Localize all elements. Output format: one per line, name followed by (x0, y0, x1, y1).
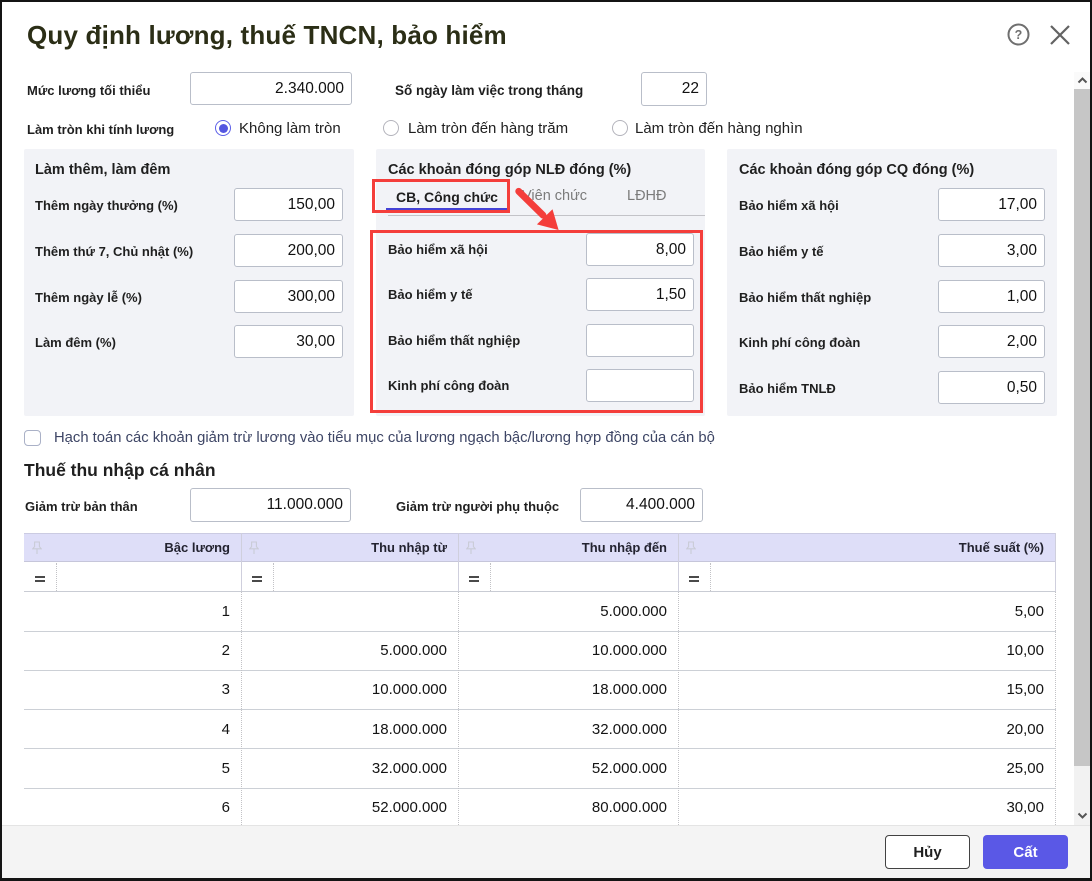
svg-text:?: ? (1015, 28, 1023, 42)
